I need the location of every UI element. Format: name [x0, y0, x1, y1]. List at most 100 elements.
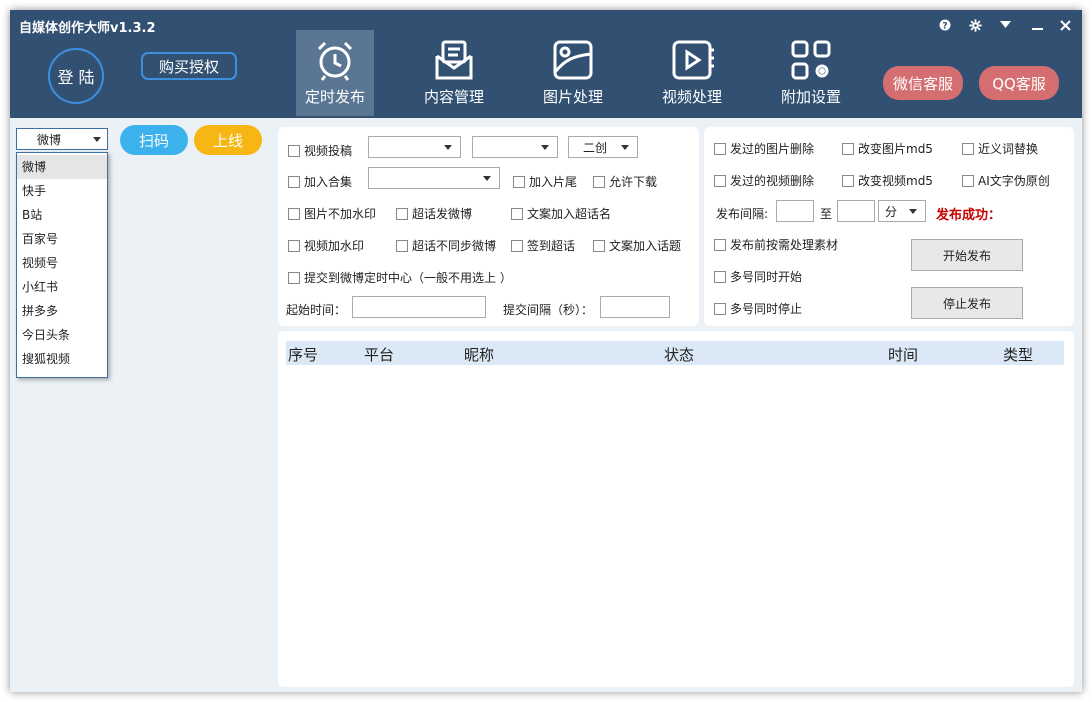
start-time-input[interactable]	[352, 296, 486, 318]
change-video-md5-checkbox[interactable]: 改变视频md5	[842, 172, 933, 189]
image-no-watermark-checkbox[interactable]: 图片不加水印	[288, 205, 376, 222]
header-bar: 自媒体创作大师v1.3.2 ? 登 陆 购买授权 定时发布 内容管理 图片处理 …	[10, 10, 1082, 118]
close-icon[interactable]	[1056, 16, 1074, 34]
start-publish-button[interactable]: 开始发布	[911, 239, 1023, 271]
publish-panel: 发过的图片删除 改变图片md5 近义词替换 发过的视频删除 改变视频md5 AI…	[704, 127, 1074, 326]
nav-video-processing[interactable]: 视频处理	[653, 30, 731, 116]
publish-interval-label: 发布间隔:	[716, 207, 769, 221]
delete-posted-images-checkbox[interactable]: 发过的图片删除	[714, 140, 814, 157]
interval-from-input[interactable]	[776, 200, 814, 222]
platform-option[interactable]: 微博	[17, 155, 107, 179]
secondary-creation-select[interactable]: 二创	[568, 136, 638, 158]
platform-option[interactable]: 小红书	[17, 275, 107, 299]
platform-option[interactable]: 今日头条	[17, 323, 107, 347]
checkbox-box	[396, 207, 408, 220]
ai-pseudo-original-checkbox[interactable]: AI文字伪原创	[962, 172, 1050, 189]
checkbox-label: 视频投稿	[304, 144, 353, 158]
platform-option[interactable]: 视频号	[17, 251, 107, 275]
checkbox-label: 超话发微博	[412, 207, 473, 221]
select-value: 二创	[582, 140, 607, 155]
submit-weibo-center-checkbox[interactable]: 提交到微博定时中心（一般不用选上 ）	[288, 269, 512, 286]
platform-option[interactable]: 搜狐视频	[17, 347, 107, 371]
post-option-select-1[interactable]	[368, 136, 461, 158]
column-header-status[interactable]: 状态	[664, 344, 694, 365]
super-topic-post-checkbox[interactable]: 超话发微博	[396, 205, 472, 222]
interval-to-input[interactable]	[837, 200, 875, 222]
checkbox-box	[593, 239, 605, 252]
to-label: 至	[820, 207, 833, 221]
login-button[interactable]: 登 陆	[48, 48, 104, 104]
platform-option[interactable]: B站	[17, 203, 107, 227]
nav-image-processing[interactable]: 图片处理	[534, 30, 612, 116]
app-window: 自媒体创作大师v1.3.2 ? 登 陆 购买授权 定时发布 内容管理 图片处理 …	[10, 10, 1082, 692]
nav-additional-settings[interactable]: 附加设置	[772, 30, 850, 116]
checkbox-label: 发布前按需处理素材	[730, 238, 839, 252]
allow-download-checkbox[interactable]: 允许下载	[593, 173, 657, 190]
add-topic-checkbox[interactable]: 文案加入话题	[593, 237, 681, 254]
video-post-checkbox[interactable]: 视频投稿	[288, 142, 352, 159]
checkbox-label: 图片不加水印	[304, 207, 377, 221]
super-topic-no-sync-checkbox[interactable]: 超话不同步微博	[396, 237, 496, 254]
checkbox-label: 允许下载	[609, 175, 658, 189]
column-header-platform[interactable]: 平台	[364, 344, 394, 365]
checkbox-label: 发过的图片删除	[730, 142, 815, 156]
go-online-button[interactable]: 上线	[194, 125, 262, 155]
add-ending-checkbox[interactable]: 加入片尾	[513, 173, 577, 190]
nav-content-management[interactable]: 内容管理	[415, 30, 493, 116]
qq-service-button[interactable]: QQ客服	[979, 66, 1059, 100]
change-image-md5-checkbox[interactable]: 改变图片md5	[842, 140, 933, 157]
settings-gear-icon[interactable]	[966, 16, 984, 34]
platform-dropdown-list: 微博 快手 B站 百家号 视频号 小红书 拼多多 今日头条 搜狐视频	[16, 152, 108, 378]
checkbox-box	[714, 238, 726, 251]
dropdown-menu-icon[interactable]	[996, 16, 1014, 34]
column-header-nickname[interactable]: 昵称	[464, 344, 494, 365]
submit-interval-input[interactable]	[600, 296, 670, 318]
nav-label: 视频处理	[661, 88, 722, 106]
checkbox-box	[288, 271, 300, 284]
table-body	[286, 365, 1064, 677]
checkbox-box	[842, 142, 854, 155]
checkbox-box	[511, 239, 523, 252]
video-watermark-checkbox[interactable]: 视频加水印	[288, 237, 364, 254]
checkbox-box	[842, 174, 854, 187]
scan-qr-button[interactable]: 扫码	[120, 125, 188, 155]
checkbox-box	[962, 174, 974, 187]
publish-success-status: 发布成功：	[936, 208, 1002, 223]
preprocess-material-checkbox[interactable]: 发布前按需处理素材	[714, 236, 838, 253]
checkbox-label: 视频加水印	[304, 239, 365, 253]
table-header: 序号 平台 昵称 状态 时间 类型	[286, 341, 1064, 365]
stop-publish-button[interactable]: 停止发布	[911, 287, 1023, 319]
multi-stop-checkbox[interactable]: 多号同时停止	[714, 300, 802, 317]
start-time-label: 起始时间：	[286, 303, 347, 317]
platform-select[interactable]: 微博	[16, 128, 108, 150]
nav-label: 内容管理	[423, 88, 484, 106]
buy-license-button[interactable]: 购买授权	[141, 52, 237, 80]
checkbox-box	[714, 142, 726, 155]
column-header-index[interactable]: 序号	[288, 344, 318, 365]
platform-option[interactable]: 拼多多	[17, 299, 107, 323]
checkin-super-topic-checkbox[interactable]: 签到超话	[511, 237, 575, 254]
left-panel: 微博 微博 快手 B站 百家号 视频号 小红书 拼多多 今日头条 搜狐视频 扫码…	[10, 118, 272, 692]
column-header-time[interactable]: 时间	[888, 344, 918, 365]
delete-posted-videos-checkbox[interactable]: 发过的视频删除	[714, 172, 814, 189]
checkbox-box	[714, 174, 726, 187]
platform-option[interactable]: 百家号	[17, 227, 107, 251]
post-option-select-2[interactable]	[472, 136, 558, 158]
synonym-replace-checkbox[interactable]: 近义词替换	[962, 140, 1038, 157]
column-header-type[interactable]: 类型	[1003, 344, 1033, 365]
checkbox-label: 加入片尾	[529, 175, 578, 189]
nav-scheduled-publish[interactable]: 定时发布	[296, 30, 374, 116]
help-icon[interactable]: ?	[936, 16, 954, 34]
add-super-topic-name-checkbox[interactable]: 文案加入超话名	[511, 205, 611, 222]
collection-select[interactable]	[368, 167, 500, 189]
interval-unit-select[interactable]: 分	[878, 200, 926, 222]
nav-label: 附加设置	[780, 88, 841, 106]
platform-option[interactable]: 快手	[17, 179, 107, 203]
multi-start-checkbox[interactable]: 多号同时开始	[714, 268, 802, 285]
checkbox-label: 提交到微博定时中心（一般不用选上 ）	[304, 271, 512, 285]
checkbox-label: 超话不同步微博	[412, 239, 497, 253]
wechat-service-button[interactable]: 微信客服	[883, 66, 963, 100]
checkbox-box	[714, 270, 726, 283]
add-collection-checkbox[interactable]: 加入合集	[288, 173, 352, 190]
minimize-icon[interactable]	[1028, 16, 1046, 34]
